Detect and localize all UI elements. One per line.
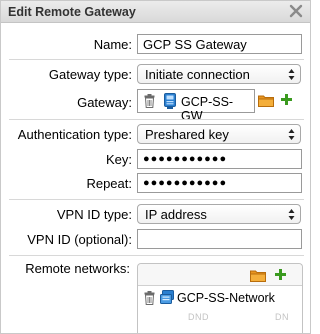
add-plus-icon[interactable] <box>274 268 287 281</box>
remote-networks-label: Remote networks: <box>25 261 130 276</box>
trash-icon[interactable] <box>144 94 155 108</box>
name-row: Name: GCP SS Gateway <box>1 34 310 56</box>
auth-type-row: Authentication type: Preshared key <box>1 124 310 146</box>
vpn-id-type-value: IP address <box>145 207 207 222</box>
select-arrows-icon <box>288 209 295 220</box>
auth-type-value: Preshared key <box>145 127 229 142</box>
dnd-label: DND <box>188 312 209 322</box>
vpn-id-type-label: VPN ID type: <box>56 207 132 222</box>
remote-networks-list: GCP-SS-Network DND DN <box>137 263 303 333</box>
vpn-id-row: VPN ID (optional): <box>1 229 310 251</box>
gateway-type-select[interactable]: Initiate connection <box>137 64 301 84</box>
repeat-label: Repeat: <box>86 176 132 191</box>
remote-networks-toolbar <box>138 264 302 286</box>
select-arrows-icon <box>288 69 295 80</box>
auth-type-label: Authentication type: <box>17 127 132 142</box>
repeat-input[interactable]: ●●●●●●●●●●● <box>137 173 302 193</box>
separator <box>9 199 304 200</box>
gateway-row: Gateway: GCP-SS-GW <box>1 89 310 123</box>
edit-remote-gateway-dialog: Edit Remote Gateway Name: GCP SS Gateway… <box>0 0 311 334</box>
key-label: Key: <box>105 152 132 167</box>
vpn-id-type-row: VPN ID type: IP address <box>1 204 310 226</box>
gateway-type-value: Initiate connection <box>145 67 250 82</box>
vpn-id-input[interactable] <box>137 229 302 249</box>
dialog-title: Edit Remote Gateway <box>8 5 136 19</box>
folder-icon[interactable] <box>258 94 274 107</box>
gateway-field[interactable]: GCP-SS-GW <box>137 89 255 123</box>
key-row: Key: ●●●●●●●●●●● <box>1 149 310 171</box>
separator <box>9 119 304 120</box>
auth-type-select[interactable]: Preshared key <box>137 124 301 144</box>
dnd-label: DN <box>275 312 289 322</box>
vpn-id-label: VPN ID (optional): <box>27 232 132 247</box>
repeat-row: Repeat: ●●●●●●●●●●● <box>1 173 310 195</box>
gateway-label: Gateway: <box>77 95 132 110</box>
separator <box>9 255 304 256</box>
separator <box>9 59 304 60</box>
vpn-id-type-select[interactable]: IP address <box>137 204 301 224</box>
network-icon <box>160 290 174 304</box>
network-host-icon <box>164 93 176 109</box>
trash-icon[interactable] <box>144 291 155 305</box>
gateway-type-label: Gateway type: <box>48 67 132 82</box>
gateway-type-row: Gateway type: Initiate connection <box>1 64 310 86</box>
name-label: Name: <box>93 37 132 52</box>
select-arrows-icon <box>288 129 295 140</box>
folder-icon[interactable] <box>250 269 266 282</box>
key-input[interactable]: ●●●●●●●●●●● <box>137 149 302 169</box>
name-input[interactable]: GCP SS Gateway <box>137 34 302 54</box>
add-plus-icon[interactable] <box>280 93 293 106</box>
close-icon[interactable] <box>288 3 304 19</box>
network-item-label: GCP-SS-Network <box>177 291 275 305</box>
dialog-titlebar: Edit Remote Gateway <box>1 1 310 23</box>
